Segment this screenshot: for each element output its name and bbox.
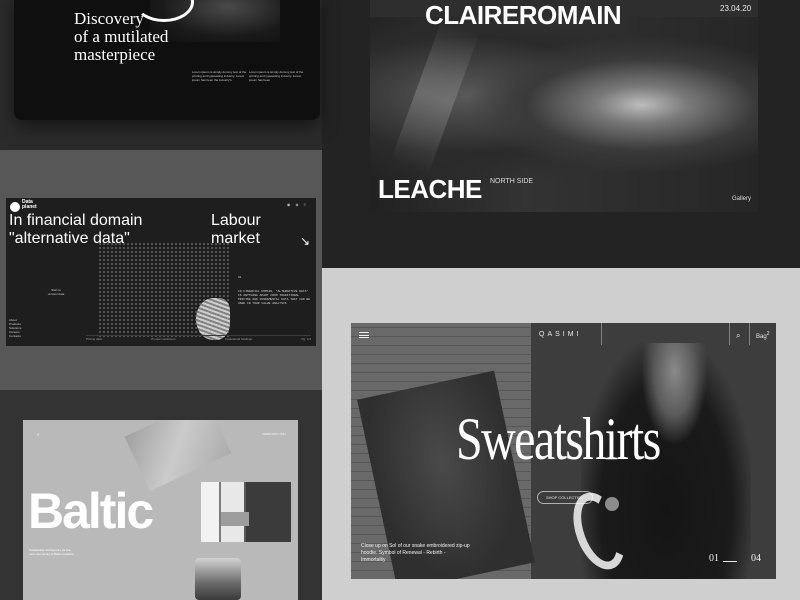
- brand-line: planet: [22, 204, 37, 210]
- menu-icon[interactable]: ≡: [37, 432, 39, 437]
- bead-graphic: [605, 497, 619, 511]
- arrow-down-right-icon[interactable]: ↘: [300, 234, 310, 248]
- page-title: Discovery of a mutilated masterpiece: [74, 10, 214, 64]
- discovery-card[interactable]: Discovery of a mutilated masterpiece Lor…: [14, 0, 320, 120]
- footer-nav: About Products Solutions Careers Contact…: [9, 318, 21, 338]
- pager-current: 01: [709, 553, 719, 564]
- baltic-card[interactable]: ≡ FEBRUARY 2021 Baltic Sustainable archi…: [23, 420, 298, 600]
- title-line: Discovery: [74, 9, 144, 28]
- gallery-link[interactable]: Gallery: [732, 196, 751, 202]
- caption-text: Close up on Sol of our snake embroidered…: [361, 543, 470, 563]
- section-index: 01: [238, 275, 242, 279]
- decorative-photo: [124, 420, 232, 492]
- claire-romain-card[interactable]: CLAIREROMAIN 23.04.20 LEACHE NORTH SIDE …: [370, 0, 758, 212]
- shop-collection-button[interactable]: SHOP COLLECTION: [537, 491, 593, 504]
- divider: [749, 323, 750, 345]
- sphere-graphic: [196, 298, 230, 340]
- divider: [729, 323, 730, 345]
- hamburger-menu-icon[interactable]: [359, 332, 369, 338]
- body-text: Sustainable architecture for the new com…: [29, 548, 75, 556]
- planet-logo-icon[interactable]: [10, 202, 20, 212]
- brand-logo[interactable]: QASIMI: [539, 331, 582, 338]
- thumbnail-photo[interactable]: [195, 558, 241, 600]
- tag-label: NORTH SIDE: [490, 178, 534, 185]
- headline: CLAIREROMAIN: [425, 0, 622, 30]
- footer-link[interactable]: Product sentiment: [151, 337, 175, 341]
- headline: Baltic: [28, 483, 154, 539]
- start-link[interactable]: Start to unravel data: [46, 288, 66, 296]
- headline: Sweatshirts: [456, 406, 661, 472]
- bag-label: Bag: [756, 334, 767, 340]
- nav-item-contacts[interactable]: Contacts: [9, 334, 21, 338]
- mood-board: Discovery of a mutilated masterpiece Lor…: [0, 0, 800, 600]
- title-line: masterpiece: [74, 45, 156, 64]
- body-text: Lorem ipsum is simply dummy text of the …: [249, 70, 304, 82]
- footer-bar: Pricing data Product sentiment Instituti…: [86, 335, 311, 341]
- subtitle: LEACHE: [378, 174, 482, 204]
- brand-name: Data planet: [22, 200, 62, 210]
- date-label: FEBRUARY 2021: [262, 432, 286, 436]
- sweatshirts-card[interactable]: QASIMI ⌕ Bag2 Sweatshirts SHOP COLLECTIO…: [351, 323, 776, 579]
- heading-line: In financial domain: [9, 212, 143, 229]
- footer-link[interactable]: Pricing data: [86, 337, 102, 341]
- photo-detail: [221, 512, 249, 526]
- pager-total[interactable]: 04: [751, 553, 761, 564]
- search-icon[interactable]: ⌕: [736, 331, 740, 341]
- data-planet-card[interactable]: Data planet ◉ ◈ ≡ In financial domain "a…: [6, 198, 316, 346]
- heading-line: Labour: [211, 212, 261, 229]
- bag-button[interactable]: Bag2: [756, 331, 769, 340]
- divider: [601, 323, 602, 345]
- title-line: of a mutilated: [74, 27, 169, 46]
- body-text: IN FINANCIAL DOMAIN, "ALTERNATIVE DATA" …: [238, 290, 311, 305]
- footer-link[interactable]: Institutional holdings: [225, 337, 252, 341]
- page-indicator: Pg. 1/4: [301, 337, 311, 341]
- bag-count-badge: 2: [766, 331, 770, 337]
- pager-divider: [723, 561, 737, 562]
- top-nav-icons[interactable]: ◉ ◈ ≡: [287, 202, 308, 207]
- body-text: Lorem ipsum is simply dummy text of the …: [192, 70, 247, 82]
- date-label: 23.04.20: [720, 4, 752, 13]
